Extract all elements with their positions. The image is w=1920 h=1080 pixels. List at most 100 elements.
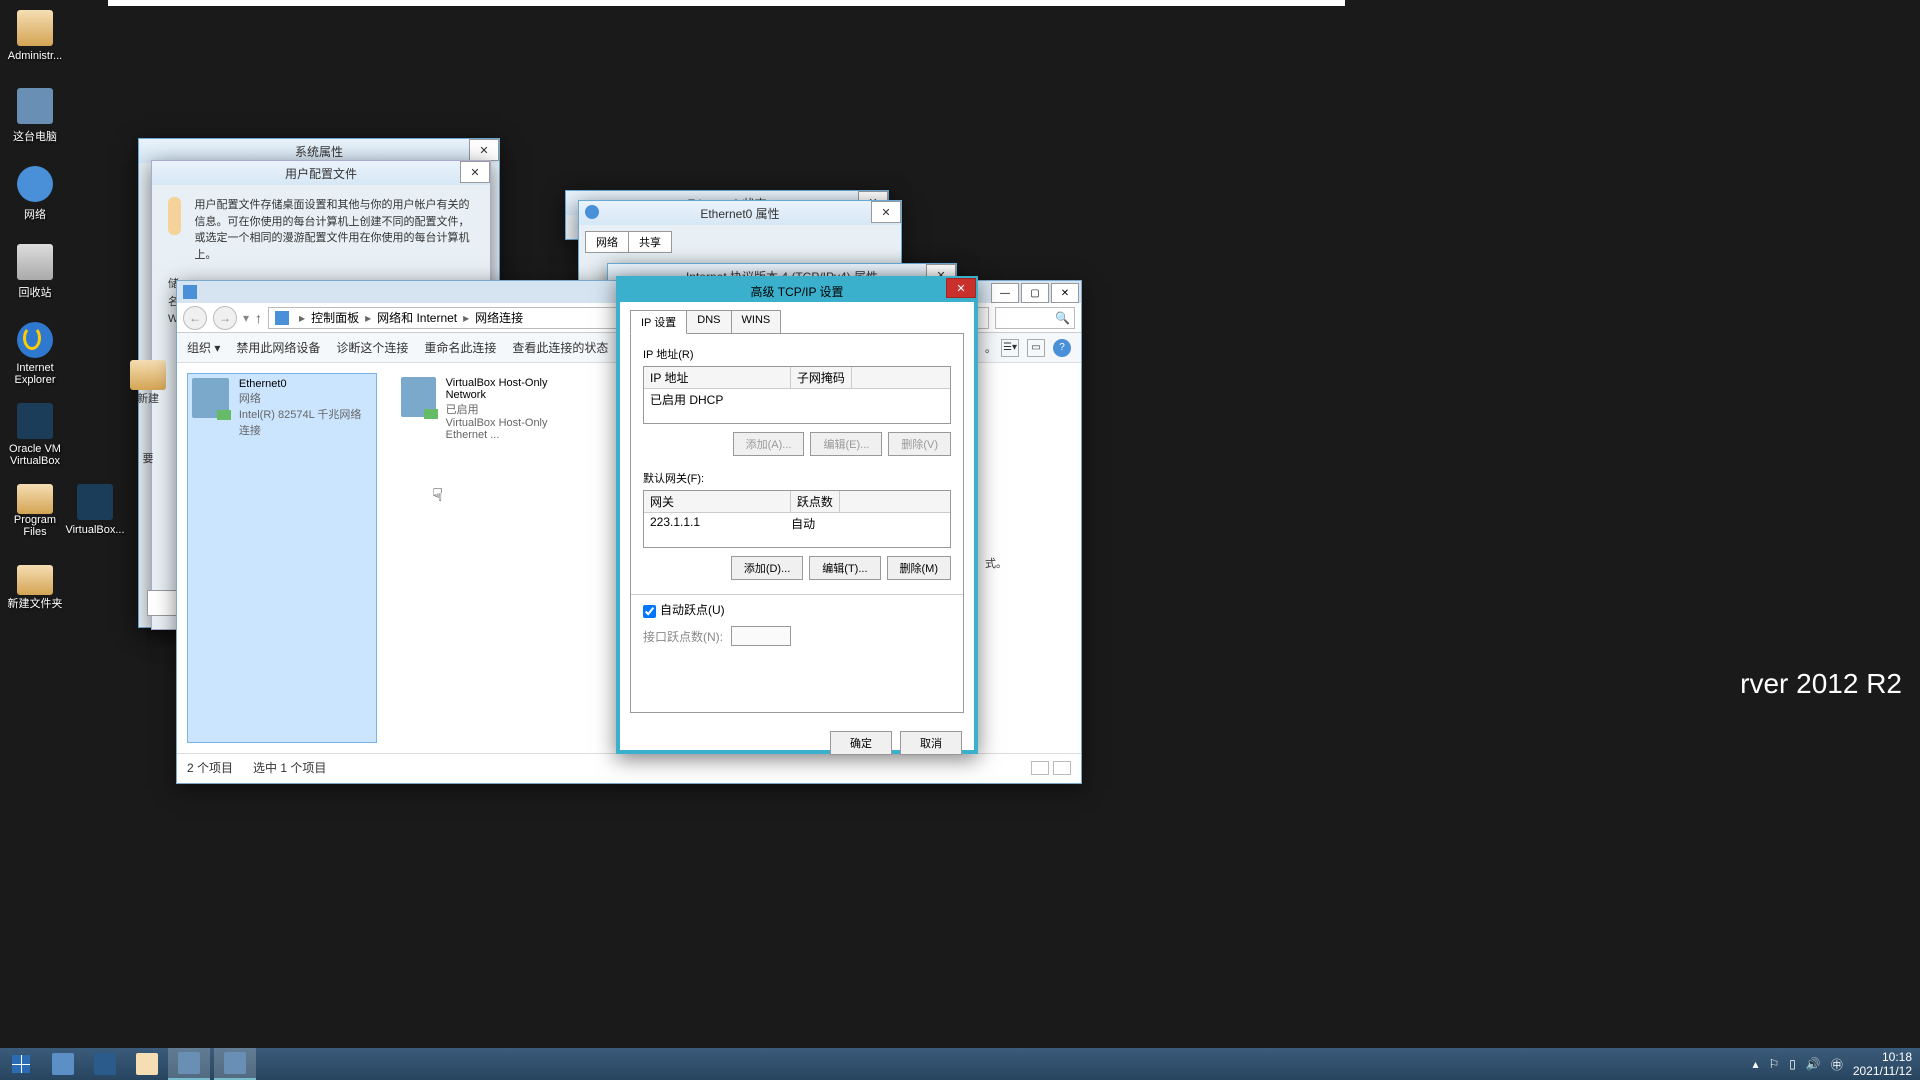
up-button[interactable]: ↑ [255, 310, 262, 326]
minimize-button[interactable]: — [991, 283, 1019, 303]
view-tiles-icon[interactable] [1031, 761, 1049, 775]
cut-folder-icon: 新建 [118, 360, 178, 406]
diagnose[interactable]: 诊断这个连接 [336, 339, 408, 356]
profile-info-panel: 用户配置文件存储桌面设置和其他与你的用户帐户有关的信息。可在你使用的每台计算机上… [152, 185, 490, 275]
network-adapter-icon [401, 377, 436, 417]
computer-icon [17, 88, 53, 124]
back-button[interactable]: ← [183, 306, 207, 330]
taskbar[interactable]: ▴ ⚐ ▯ 🔊 ㊥ 10:18 2021/11/12 [0, 1048, 1920, 1080]
list-header: IP 地址 子网掩码 [644, 367, 950, 389]
rename[interactable]: 重命名此连接 [424, 339, 496, 356]
ip-edit-button: 编辑(E)... [810, 432, 882, 456]
tray-sound-icon[interactable]: 🔊 [1806, 1057, 1821, 1071]
system-tray[interactable]: ▴ ⚐ ▯ 🔊 ㊥ 10:18 2021/11/12 [1752, 1050, 1920, 1079]
title-bar[interactable]: Ethernet0 属性 ✕ [579, 201, 901, 225]
network-item-ethernet0[interactable]: Ethernet0 网络 Intel(R) 82574L 千兆网络连接 [187, 373, 377, 743]
start-button[interactable] [0, 1048, 42, 1080]
title-bar[interactable]: 用户配置文件 ✕ [152, 161, 490, 185]
preview-pane-icon[interactable]: ▭ [1027, 339, 1045, 357]
forward-button[interactable]: → [213, 306, 237, 330]
history-dropdown[interactable]: ▾ [243, 311, 249, 325]
tray-flag-icon[interactable]: ⚐ [1768, 1057, 1779, 1071]
taskbar-powershell[interactable] [84, 1048, 126, 1080]
window-advanced-tcpip[interactable]: 高级 TCP/IP 设置 ✕ IP 设置 DNS WINS IP 地址(R) I… [616, 276, 978, 754]
view-dropdown-icon[interactable]: ☰▾ [1001, 339, 1019, 357]
cut-text-fragment2: 。 [985, 340, 996, 356]
ip-delete-button: 删除(V) [888, 432, 951, 456]
close-button[interactable]: ✕ [871, 201, 901, 223]
title-bar[interactable]: 高级 TCP/IP 设置 ✕ [620, 280, 974, 302]
desktop-icon-vbox2[interactable]: VirtualBox... [65, 484, 125, 536]
monitor-icon [275, 311, 289, 325]
view-details-icon[interactable] [1053, 761, 1071, 775]
tab-wins[interactable]: WINS [731, 310, 782, 334]
help-icon[interactable]: ? [1053, 339, 1071, 357]
tab-share[interactable]: 共享 [628, 231, 672, 253]
search-input[interactable]: 🔍 [995, 307, 1075, 329]
gateways-label: 默认网关(F): [643, 470, 951, 486]
cut-button [147, 590, 177, 616]
folder-icon [17, 10, 53, 46]
ok-button[interactable]: 确定 [830, 731, 892, 755]
tab-content: IP 地址(R) IP 地址 子网掩码 已启用 DHCP 添加(A)... 编辑… [630, 333, 964, 713]
tab-dns[interactable]: DNS [686, 310, 731, 334]
dialog-footer: 确定 取消 [620, 723, 974, 763]
search-icon: 🔍 [1055, 311, 1070, 325]
disable-device[interactable]: 禁用此网络设备 [236, 339, 320, 356]
desktop-icon-newfolder[interactable]: 新建文件夹 [5, 565, 65, 611]
tray-network-icon[interactable]: ▯ [1789, 1057, 1796, 1071]
list-row-dhcp[interactable]: 已启用 DHCP [650, 391, 944, 408]
network-adapter-icon [192, 378, 229, 418]
network-item-vbox[interactable]: VirtualBox Host-Only Network 已启用 Virtual… [397, 373, 587, 743]
folder-icon [17, 565, 53, 595]
desktop-icon-ie[interactable]: Internet Explorer [5, 322, 65, 386]
globe-icon [585, 205, 599, 219]
maximize-button[interactable]: ▢ [1021, 283, 1049, 303]
gw-delete-button[interactable]: 删除(M) [887, 556, 952, 580]
gw-add-button[interactable]: 添加(D)... [731, 556, 803, 580]
top-white-strip [108, 0, 1345, 6]
desktop-icon-virtualbox[interactable]: Oracle VM VirtualBox [5, 403, 65, 467]
iface-metric-input [731, 626, 791, 646]
gw-edit-button[interactable]: 编辑(T)... [809, 556, 880, 580]
taskbar-network[interactable] [214, 1048, 256, 1080]
tray-ime-icon[interactable]: ㊥ [1831, 1056, 1843, 1073]
list-header: 网关 跃点数 [644, 491, 950, 513]
view-status[interactable]: 查看此连接的状态 [512, 339, 608, 356]
auto-metric-checkbox[interactable]: 自动跃点(U) [643, 601, 951, 618]
taskbar-clock[interactable]: 10:18 2021/11/12 [1853, 1050, 1912, 1079]
tray-arrow-icon[interactable]: ▴ [1752, 1057, 1758, 1071]
taskbar-explorer[interactable] [126, 1048, 168, 1080]
network-icon [17, 166, 53, 202]
tab-ip-settings[interactable]: IP 设置 [630, 310, 687, 334]
iface-metric-label: 接口跃点数(N): [643, 628, 723, 645]
ip-address-list[interactable]: IP 地址 子网掩码 已启用 DHCP [643, 366, 951, 424]
app-icon [183, 285, 197, 299]
desktop-icon-pc[interactable]: 这台电脑 [5, 88, 65, 144]
ie-icon [17, 322, 53, 358]
organize-menu[interactable]: 组织 ▾ [187, 339, 220, 356]
recycle-bin-icon [17, 244, 53, 280]
desktop-icon-network[interactable]: 网络 [5, 166, 65, 222]
ip-addresses-label: IP 地址(R) [643, 346, 951, 362]
close-button[interactable]: ✕ [469, 139, 499, 161]
desktop-icon-admin[interactable]: Administr... [5, 10, 65, 62]
cancel-button[interactable]: 取消 [900, 731, 962, 755]
people-icon [168, 197, 181, 235]
taskbar-server-manager[interactable] [42, 1048, 84, 1080]
desktop-icon-recycle[interactable]: 回收站 [5, 244, 65, 300]
gateway-list[interactable]: 网关 跃点数 223.1.1.1 自动 [643, 490, 951, 548]
ip-add-button: 添加(A)... [733, 432, 805, 456]
tab-network[interactable]: 网络 [585, 231, 629, 253]
window-controls: — ▢ ✕ [989, 283, 1079, 303]
tabs: IP 设置 DNS WINS [630, 310, 964, 334]
list-row-gateway[interactable]: 223.1.1.1 自动 [650, 515, 944, 532]
tabs: 网络 共享 [585, 231, 895, 253]
taskbar-sysprops[interactable] [168, 1048, 210, 1080]
virtualbox-icon [17, 403, 53, 439]
close-button[interactable]: ✕ [460, 161, 490, 183]
close-button[interactable]: ✕ [946, 278, 976, 298]
close-button[interactable]: ✕ [1051, 283, 1079, 303]
virtualbox-icon [77, 484, 113, 520]
desktop-icon-progfiles[interactable]: Program Files [5, 484, 65, 538]
